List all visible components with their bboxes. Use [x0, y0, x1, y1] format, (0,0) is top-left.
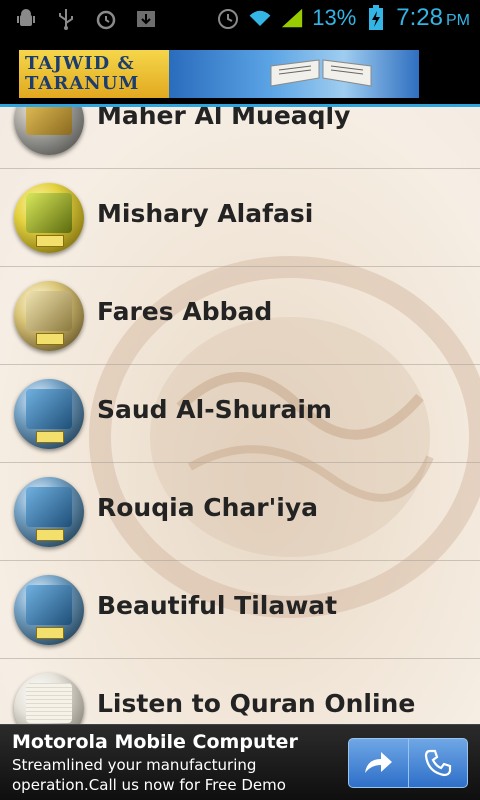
alarm-icon: [94, 7, 118, 31]
status-system-icons: 13% 7:28 PM: [216, 4, 470, 32]
reciter-thumbnail: [14, 107, 84, 155]
list-item[interactable]: Beautiful Tilawat: [0, 561, 480, 659]
quran-banner-image: [169, 50, 419, 98]
status-notification-icons: [14, 7, 158, 31]
signal-icon: [280, 6, 304, 30]
list-item-label: Rouqia Char'iya: [97, 493, 318, 522]
app-banner: TAJWID & TARANUM: [19, 50, 419, 98]
list-item-label: Listen to Quran Online: [97, 689, 416, 718]
share-arrow-icon: [365, 752, 393, 773]
battery-percent: 13%: [312, 5, 357, 30]
list-item[interactable]: Listen to Quran Online: [0, 659, 480, 724]
list-item[interactable]: Saud Al-Shuraim: [0, 365, 480, 463]
reciter-thumbnail: [14, 183, 84, 253]
list-item-label: Mishary Alafasi: [97, 199, 314, 228]
reciter-list[interactable]: Maher Al Mueaqly Mishary Alafasi Fares A…: [0, 107, 480, 724]
ad-action-buttons: [348, 738, 468, 788]
ad-title[interactable]: Motorola Mobile Computer: [12, 731, 298, 753]
ad-call-button[interactable]: [407, 739, 468, 787]
quran-book-thumbnail: [14, 673, 84, 724]
reciter-thumbnail: [14, 281, 84, 351]
list-item[interactable]: Mishary Alafasi: [0, 169, 480, 267]
list-item-label: Beautiful Tilawat: [97, 591, 338, 620]
wifi-icon: [248, 6, 272, 30]
android-debug-icon: [14, 7, 38, 31]
ad-banner[interactable]: Motorola Mobile Computer Streamlined you…: [0, 724, 480, 800]
open-book-icon: [270, 59, 372, 87]
ad-share-button[interactable]: [349, 739, 408, 787]
reciter-thumbnail: [14, 575, 84, 645]
ad-body[interactable]: Streamlined your manufacturing operation…: [12, 755, 332, 795]
usb-icon: [54, 7, 78, 31]
app-header: TAJWID & TARANUM: [0, 38, 480, 106]
list-item-label: Saud Al-Shuraim: [97, 395, 332, 424]
list-item-label: Maher Al Mueaqly: [97, 107, 351, 130]
status-bar: 13% 7:28 PM: [0, 0, 480, 38]
phone-icon: [424, 749, 451, 777]
app-logo: TAJWID & TARANUM: [19, 50, 169, 98]
list-item[interactable]: Maher Al Mueaqly: [0, 107, 480, 169]
alarm-clock-icon: [216, 6, 240, 30]
reciter-thumbnail: [14, 379, 84, 449]
list-item[interactable]: Fares Abbad: [0, 267, 480, 365]
clock: 7:28 PM: [396, 4, 470, 31]
list-item-label: Fares Abbad: [97, 297, 273, 326]
download-icon: [134, 7, 158, 31]
battery-charging-icon: [364, 5, 388, 30]
reciter-thumbnail: [14, 477, 84, 547]
list-item[interactable]: Rouqia Char'iya: [0, 463, 480, 561]
